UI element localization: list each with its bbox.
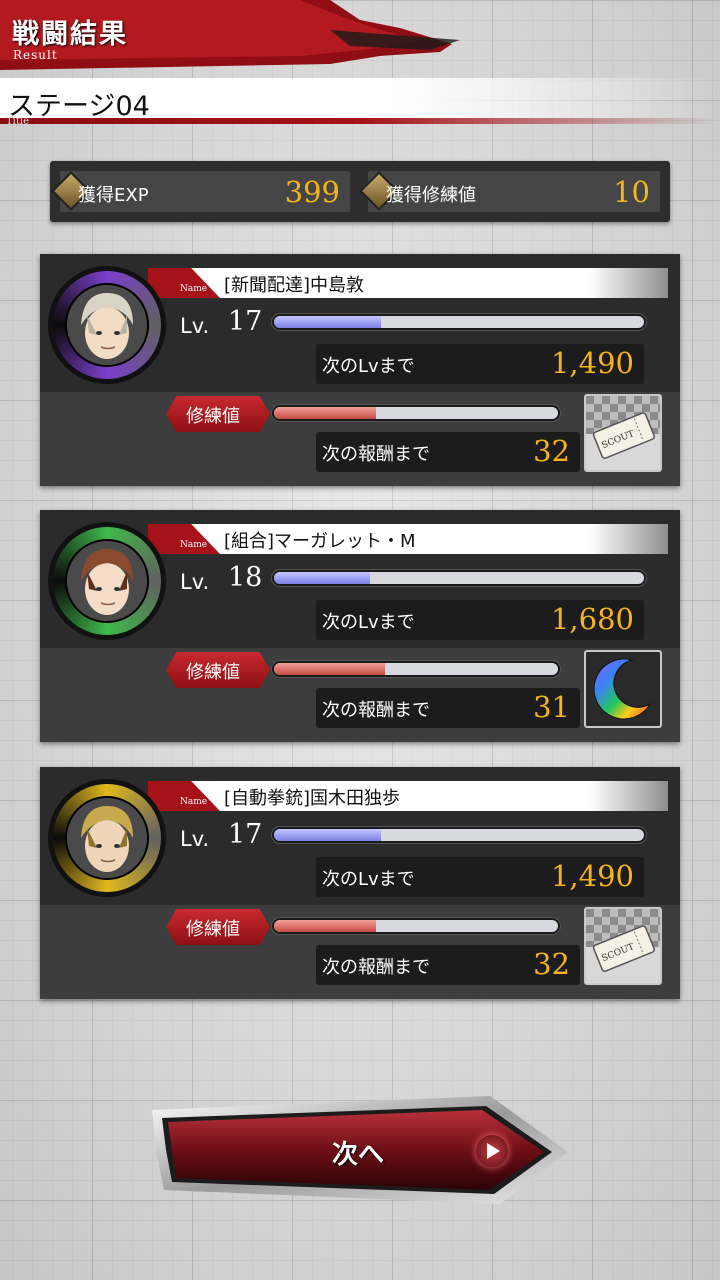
next-button[interactable]: 次へ	[150, 1094, 570, 1206]
exp-gained-cell: 獲得EXP 399	[51, 171, 350, 212]
next-reward-value: 32	[533, 434, 570, 468]
next-level-box: 次のLvまで 1,490	[316, 344, 644, 384]
next-reward-box: 次の報酬まで 31	[316, 688, 580, 728]
name-bar: Name [新聞配達]中島敦	[148, 268, 668, 298]
character-avatar	[48, 266, 166, 384]
scout-ticket-icon[interactable]: SCOUT	[584, 394, 662, 472]
next-reward-label: 次の報酬まで	[322, 444, 430, 465]
name-tag: Name	[148, 268, 220, 298]
character-panel: Name [自動拳銃]国木田独歩 Lv. 17 次のLvまで 1,490 修練値…	[40, 767, 680, 999]
character-avatar	[48, 522, 166, 640]
character-name: [新聞配達]中島敦	[224, 275, 365, 296]
name-tag: Name	[148, 524, 220, 554]
stage-bar: ステージ04 Title	[0, 78, 720, 127]
exp-progress-bar	[272, 314, 646, 330]
name-bar: Name [自動拳銃]国木田独歩	[148, 781, 668, 811]
next-level-value: 1,680	[550, 602, 634, 636]
next-reward-value: 31	[533, 690, 570, 724]
next-reward-label: 次の報酬まで	[322, 957, 430, 978]
training-progress-bar	[272, 661, 560, 677]
level-label: Lv.	[180, 314, 210, 338]
training-tag: 修練値	[166, 396, 270, 432]
next-level-label: 次のLvまで	[322, 869, 415, 890]
character-panel: Name [組合]マーガレット・M Lv. 18 次のLvまで 1,680 修練…	[40, 510, 680, 742]
next-level-value: 1,490	[550, 346, 634, 380]
exp-progress-bar	[272, 827, 646, 843]
character-panel: Name [新聞配達]中島敦 Lv. 17 次のLvまで 1,490 修練値 次…	[40, 254, 680, 486]
next-level-box: 次のLvまで 1,680	[316, 600, 644, 640]
stage-subtitle: Title	[6, 116, 30, 127]
name-bar: Name [組合]マーガレット・M	[148, 524, 668, 554]
next-button-label: 次へ	[332, 1140, 385, 1170]
scout-ticket-icon[interactable]: SCOUT	[584, 907, 662, 985]
character-name: [組合]マーガレット・M	[224, 531, 416, 552]
level-label: Lv.	[180, 827, 210, 851]
name-tag: Name	[148, 781, 220, 811]
exp-gained-label: 獲得EXP	[78, 185, 149, 206]
training-gained-value: 10	[613, 175, 650, 209]
exp-progress-bar	[272, 570, 646, 586]
next-reward-box: 次の報酬まで 32	[316, 945, 580, 985]
arrow-right-icon	[476, 1135, 508, 1167]
exp-gained-value: 399	[284, 175, 340, 209]
training-tag: 修練値	[166, 652, 270, 688]
screen-title: 戦闘結果	[12, 19, 128, 50]
next-level-value: 1,490	[550, 859, 634, 893]
level-value: 18	[228, 562, 263, 593]
training-tag: 修練値	[166, 909, 270, 945]
level-value: 17	[228, 819, 263, 850]
next-reward-value: 32	[533, 947, 570, 981]
next-reward-box: 次の報酬まで 32	[316, 432, 580, 472]
level-label: Lv.	[180, 570, 210, 594]
header-banner: 戦闘結果 Result	[0, 0, 460, 70]
next-level-box: 次のLvまで 1,490	[316, 857, 644, 897]
character-name: [自動拳銃]国木田独歩	[224, 788, 401, 809]
stage-name: ステージ04	[8, 91, 150, 122]
reward-summary: 獲得EXP 399 獲得修練値 10	[50, 161, 670, 222]
level-value: 17	[228, 306, 263, 337]
rainbow-crescent-icon[interactable]	[584, 650, 662, 728]
training-gained-cell: 獲得修練値 10	[359, 171, 660, 212]
next-level-label: 次のLvまで	[322, 356, 415, 377]
character-avatar	[48, 779, 166, 897]
screen-subtitle: Result	[13, 48, 58, 62]
training-progress-bar	[272, 918, 560, 934]
next-reward-label: 次の報酬まで	[322, 700, 430, 721]
next-level-label: 次のLvまで	[322, 612, 415, 633]
training-gained-label: 獲得修練値	[386, 185, 476, 206]
training-progress-bar	[272, 405, 560, 421]
